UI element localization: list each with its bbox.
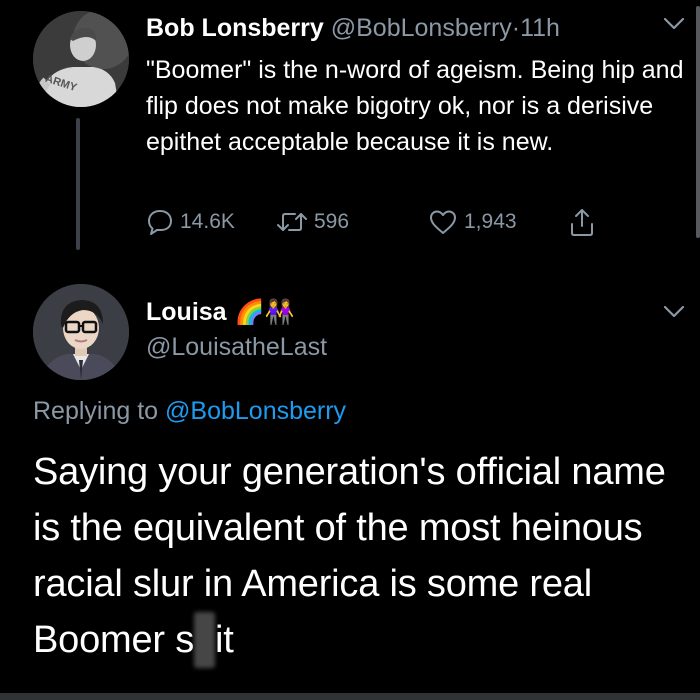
tweet-more-button[interactable] [663, 17, 685, 36]
separator-dot: · [511, 14, 521, 42]
like-button[interactable]: 1,943 [428, 208, 517, 236]
louisa-avatar[interactable] [33, 284, 129, 380]
comment-icon [148, 210, 172, 235]
tweet-time[interactable]: 11h [520, 14, 560, 42]
retweet-button[interactable]: 596 [276, 208, 349, 236]
thread-connector-line [76, 118, 80, 250]
name-emojis: 🌈👭 [234, 299, 295, 326]
chevron-down-icon [663, 17, 685, 30]
bob-lonsberry-avatar[interactable]: ARMY [33, 11, 129, 107]
reply-count: 14.6K [180, 210, 235, 233]
retweet-count: 596 [314, 210, 350, 233]
author-handle[interactable]: @LouisatheLast [146, 333, 327, 362]
tweet-text: Saying your generation's official name i… [33, 444, 673, 668]
heart-icon [430, 210, 456, 234]
bottom-divider [0, 693, 700, 700]
censored-letter: h [194, 612, 215, 668]
reply-button[interactable]: 14.6K [146, 208, 235, 236]
replying-to-line: Replying to @BobLonsberry [33, 397, 346, 426]
avatar-photo [33, 284, 129, 380]
replying-prefix: Replying to [33, 397, 159, 425]
chevron-down-icon [663, 305, 685, 318]
replying-to-handle[interactable]: @BobLonsberry [165, 397, 346, 425]
tweet-text-end: it [214, 619, 234, 661]
tweet-text: "Boomer" is the n-word of ageism. Being … [146, 56, 684, 156]
tweet-text-main: Saying your generation's official name i… [33, 451, 666, 661]
scrollbar[interactable] [696, 6, 700, 238]
author-name[interactable]: Bob Lonsberry [146, 14, 324, 42]
author-handle[interactable]: @BobLonsberry [331, 14, 512, 42]
tweet-header: Bob Lonsberry @BobLonsberry·11h [146, 14, 560, 43]
author-name[interactable]: Louisa [146, 298, 227, 327]
avatar-photo: ARMY [33, 11, 129, 107]
share-button[interactable] [568, 206, 602, 238]
retweet-icon [277, 213, 307, 231]
reply-header: Louisa 🌈👭 [146, 298, 294, 327]
tweet-more-button[interactable] [663, 305, 685, 324]
share-icon [571, 209, 593, 236]
like-count: 1,943 [464, 210, 517, 233]
